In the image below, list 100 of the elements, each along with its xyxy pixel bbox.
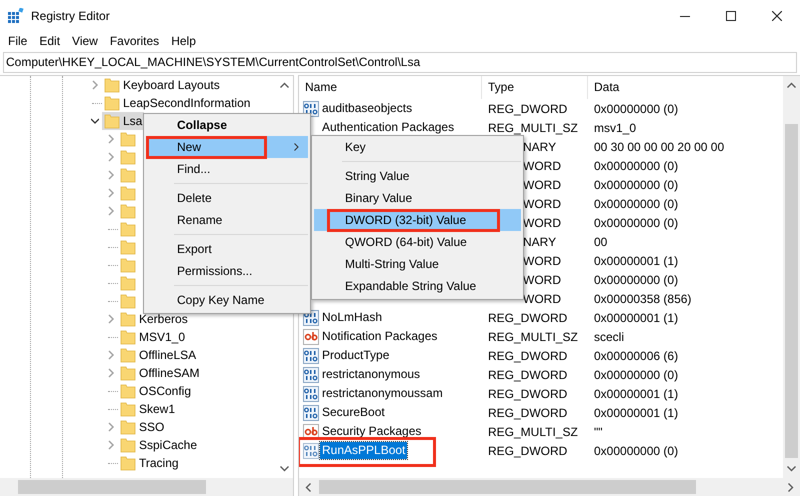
- expand-chevron-icon[interactable]: [91, 116, 99, 126]
- chevron-up-icon[interactable]: [280, 82, 289, 88]
- value-data: scecli: [594, 330, 624, 344]
- chevron-up-icon[interactable]: [787, 82, 796, 88]
- value-name[interactable]: Authentication Packages: [320, 119, 456, 136]
- folder-icon: [120, 293, 136, 309]
- folder-icon: [104, 77, 120, 93]
- value-type: REG_MULTI_SZ: [488, 424, 578, 438]
- column-header[interactable]: Data: [588, 76, 783, 99]
- tree-item[interactable]: LeapSecondInformation: [102, 94, 252, 112]
- menu-item[interactable]: Copy Key Name: [146, 289, 308, 311]
- tree-item[interactable]: Kerberos: [118, 310, 190, 328]
- window-title: Registry Editor: [31, 9, 110, 23]
- value-data: 0x00000000 (0): [594, 178, 678, 192]
- value-data: 0x00000358 (856): [594, 292, 692, 306]
- chevron-right-icon[interactable]: [788, 482, 794, 492]
- tree-item[interactable]: SspiCache: [118, 436, 200, 454]
- value-name[interactable]: restrictanonymoussam: [320, 385, 445, 402]
- folder-icon: [120, 365, 136, 381]
- folder-icon: [120, 329, 136, 345]
- tree-item[interactable]: [118, 292, 138, 310]
- horizontal-scrollbar[interactable]: [299, 478, 800, 496]
- value-name[interactable]: Security Packages: [320, 423, 424, 440]
- tree-item[interactable]: [118, 184, 138, 202]
- tree-item[interactable]: Lsa: [102, 112, 144, 130]
- chevron-down-icon[interactable]: [787, 466, 796, 472]
- menu-item[interactable]: Help: [165, 34, 202, 48]
- binary-value-icon: [303, 348, 319, 364]
- vertical-scrollbar[interactable]: [783, 76, 800, 478]
- value-name[interactable]: Notification Packages: [320, 328, 440, 345]
- menu-item[interactable]: Export: [146, 238, 308, 260]
- tree-item[interactable]: [118, 148, 138, 166]
- value-type: REG_MULTI_SZ: [488, 330, 578, 344]
- tree-item[interactable]: [118, 256, 138, 274]
- value-data: 00: [594, 234, 608, 248]
- menu-item[interactable]: String Value: [314, 165, 521, 187]
- menu-item[interactable]: New: [146, 136, 308, 158]
- menu-item[interactable]: Find...: [146, 158, 308, 180]
- binary-value-icon: [303, 442, 319, 458]
- tree-item[interactable]: [118, 202, 138, 220]
- menu-item[interactable]: Multi-String Value: [314, 253, 521, 275]
- tree-item[interactable]: Skew1: [118, 400, 178, 418]
- value-name[interactable]: NoLmHash: [320, 309, 384, 326]
- menu-item[interactable]: Collapse: [146, 114, 308, 136]
- menu-item[interactable]: Rename: [146, 209, 308, 231]
- horizontal-scrollbar[interactable]: [0, 478, 293, 496]
- folder-icon: [120, 401, 136, 417]
- tree-item[interactable]: OfflineSAM: [118, 364, 202, 382]
- value-name[interactable]: SecureBoot: [320, 404, 387, 421]
- value-type: WORD: [523, 158, 561, 172]
- tree-item[interactable]: OSConfig: [118, 382, 194, 400]
- tree-item[interactable]: [118, 220, 138, 238]
- binary-value-icon: [303, 404, 319, 420]
- column-header[interactable]: Type: [482, 76, 588, 99]
- value-data: msv1_0: [594, 120, 636, 134]
- close-icon[interactable]: [772, 11, 782, 21]
- value-type: REG_DWORD: [488, 102, 568, 116]
- value-type: REG_MULTI_SZ: [488, 120, 578, 134]
- value-type: WORD: [523, 254, 561, 268]
- value-type: REG_DWORD: [488, 368, 568, 382]
- chevron-down-icon[interactable]: [280, 466, 289, 472]
- tree-item[interactable]: [118, 274, 138, 292]
- maximize-icon[interactable]: [726, 11, 736, 21]
- folder-icon: [120, 185, 136, 201]
- menu-item[interactable]: Delete: [146, 187, 308, 209]
- tree-item[interactable]: MSV1_0: [118, 328, 188, 346]
- menu-item[interactable]: Edit: [33, 34, 66, 48]
- tree-item[interactable]: Tracing: [118, 454, 181, 472]
- value-name[interactable]: RunAsPPLBoot: [320, 442, 408, 459]
- value-name[interactable]: ProductType: [320, 347, 392, 364]
- value-name[interactable]: restrictanonymous: [320, 366, 422, 383]
- folder-icon: [120, 275, 136, 291]
- column-header[interactable]: Name: [299, 76, 482, 99]
- binary-value-icon: [303, 386, 319, 402]
- folder-icon: [120, 149, 136, 165]
- folder-icon: [120, 455, 136, 471]
- registry-app-icon: [8, 8, 24, 24]
- tree-item[interactable]: [118, 166, 138, 184]
- folder-icon: [120, 419, 136, 435]
- tree-item[interactable]: OfflineLSA: [118, 346, 198, 364]
- scrollbar-thumb[interactable]: [319, 480, 696, 494]
- menu-item[interactable]: File: [2, 34, 34, 48]
- tree-item[interactable]: Keyboard Layouts: [102, 76, 222, 94]
- menu-item[interactable]: Key: [314, 136, 521, 158]
- value-type: REG_DWORD: [488, 386, 568, 400]
- menu-item[interactable]: Permissions...: [146, 260, 308, 282]
- tree-item[interactable]: SSO: [118, 418, 166, 436]
- address-field[interactable]: Computer\HKEY_LOCAL_MACHINE\SYSTEM\CurrentControlSet\Control\Lsa: [3, 52, 797, 73]
- menu-item[interactable]: QWORD (64-bit) Value: [314, 231, 521, 253]
- menu-item[interactable]: Binary Value: [314, 187, 521, 209]
- menu-item[interactable]: View: [66, 34, 104, 48]
- value-name[interactable]: auditbaseobjects: [320, 100, 414, 117]
- scrollbar-thumb[interactable]: [18, 480, 206, 494]
- menu-item[interactable]: Expandable String Value: [314, 275, 521, 297]
- value-type: WORD: [523, 272, 561, 286]
- tree-item[interactable]: [118, 238, 138, 256]
- menu-item[interactable]: Favorites: [104, 34, 166, 48]
- scrollbar-thumb[interactable]: [785, 124, 798, 458]
- menu-item[interactable]: DWORD (32-bit) Value: [314, 209, 521, 231]
- chevron-left-icon[interactable]: [305, 482, 311, 492]
